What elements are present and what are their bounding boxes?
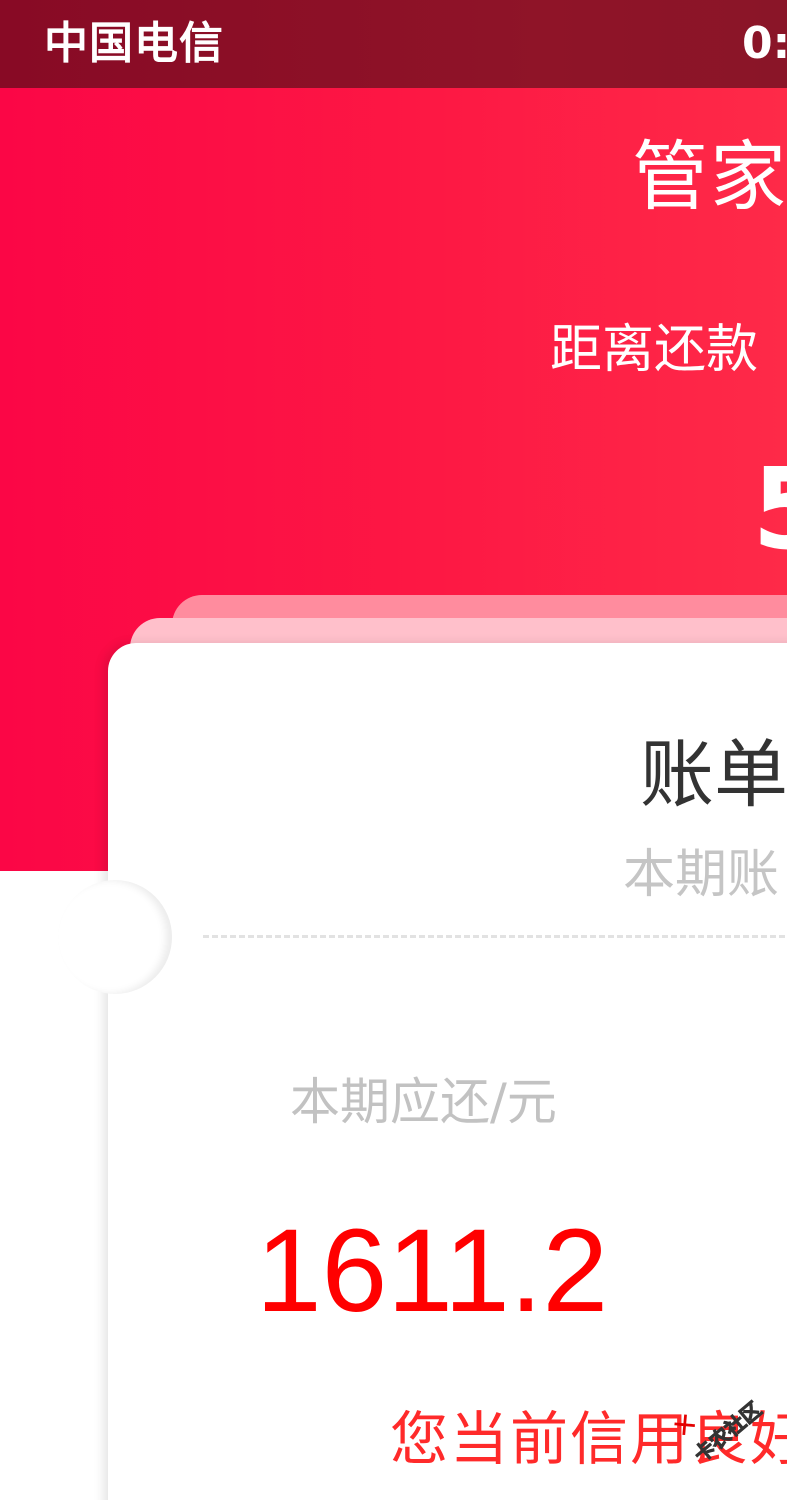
clock-label: 0: bbox=[742, 18, 787, 69]
bill-card-title: 账单 bbox=[640, 732, 787, 818]
page-title: 管家 bbox=[632, 132, 787, 221]
amount-due-value: 1611.2 bbox=[256, 1205, 609, 1337]
bill-card-subtitle: 本期账 bbox=[623, 845, 780, 905]
carrier-label: 中国电信 bbox=[44, 18, 224, 69]
status-bar: 中国电信 0: bbox=[0, 0, 787, 88]
dashed-divider bbox=[203, 935, 787, 938]
amount-due-label: 本期应还/元 bbox=[290, 1073, 557, 1131]
bill-card: 账单 本期账 本期应还/元 1611.2 您当前信用良好 bbox=[108, 643, 787, 1500]
bill-screen: 中国电信 0: 管家 距离还款 5 账单 本期账 本期应还/元 1611.2 您… bbox=[0, 0, 787, 1500]
ticket-notch bbox=[58, 880, 172, 994]
repayment-countdown-value: 5 bbox=[752, 450, 787, 570]
repayment-countdown-label: 距离还款 bbox=[550, 320, 759, 380]
